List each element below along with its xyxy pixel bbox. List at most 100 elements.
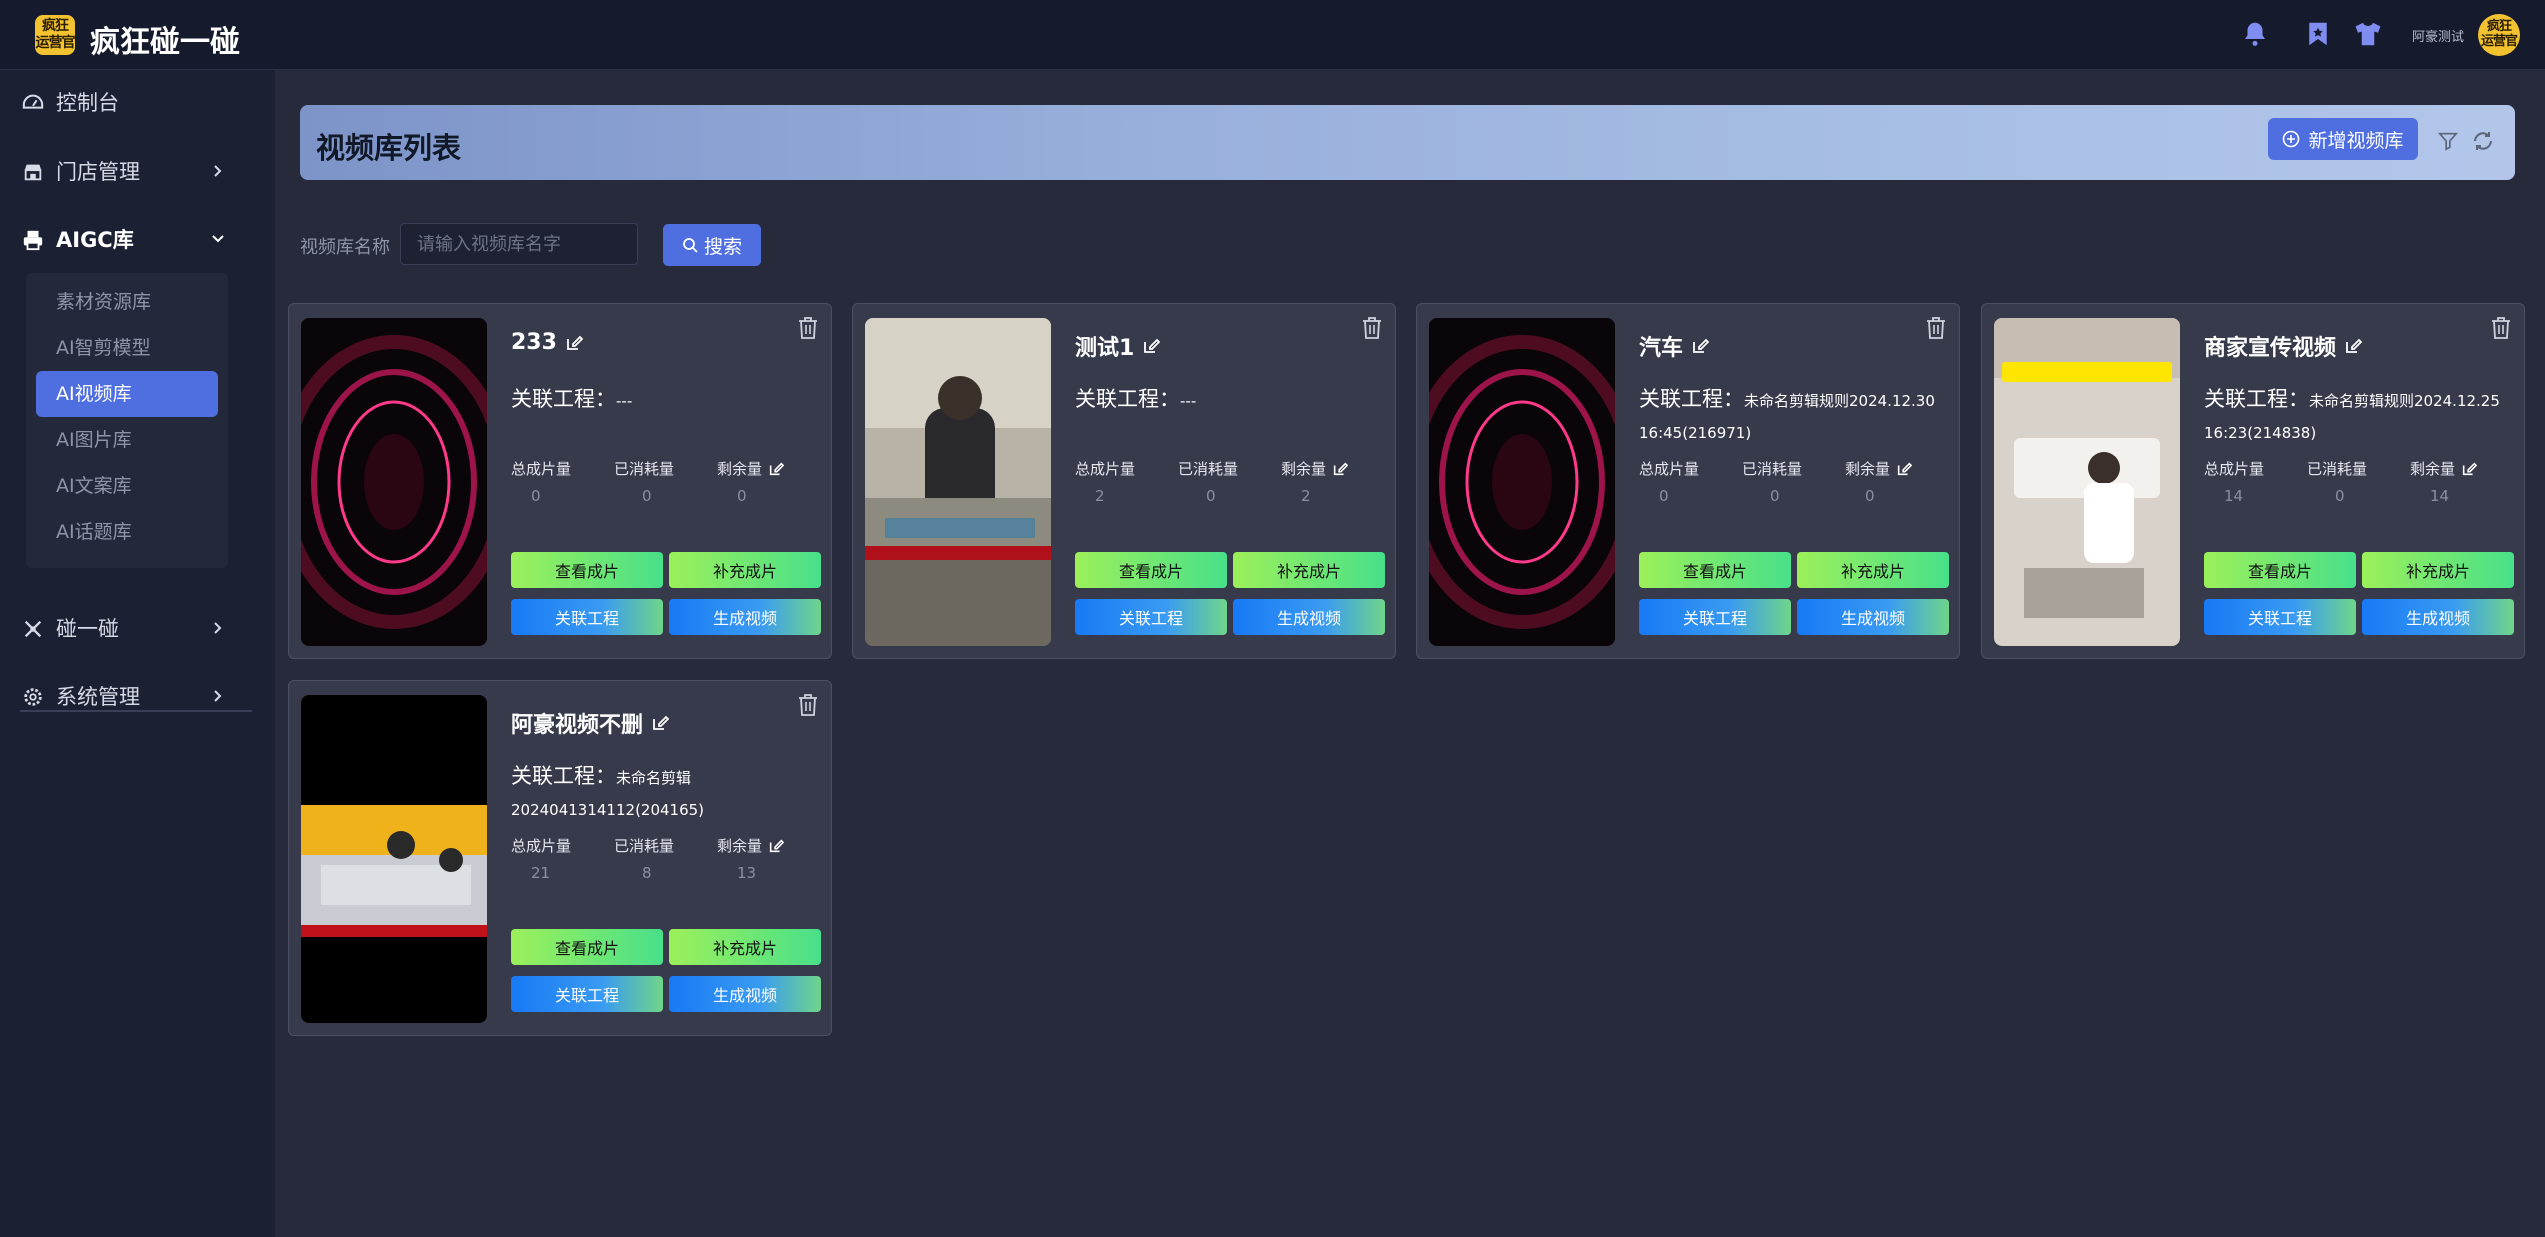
view-clips-button[interactable]: 查看成片 [511,552,663,588]
generate-video-button[interactable]: 生成视频 [669,599,821,635]
sidebar-item-label: 系统管理 [56,685,140,709]
sidebar-item-aigc[interactable]: AIGC库 [0,219,275,259]
aigc-submenu: 素材资源库 AI智剪模型 AI视频库 AI图片库 AI文案库 AI话题库 [26,273,228,568]
stat-used: 已消耗量 0 [1742,458,1852,505]
trash-icon[interactable] [797,693,819,717]
edit-icon[interactable] [2344,337,2363,355]
add-video-library-button[interactable]: 新增视频库 [2268,118,2418,160]
trash-icon[interactable] [2490,316,2512,340]
generate-video-button[interactable]: 生成视频 [2362,599,2514,635]
bell-icon[interactable] [2240,19,2270,49]
edit-icon[interactable] [1332,461,1349,477]
edit-icon[interactable] [2461,461,2478,477]
video-thumbnail[interactable] [865,318,1051,646]
sidebar-item-dashboard[interactable]: 控制台 [0,82,275,122]
video-thumbnail[interactable] [301,318,487,646]
edit-icon[interactable] [565,334,583,352]
submenu-item-ai-video-library[interactable]: AI视频库 [36,371,218,417]
edit-icon[interactable] [1142,337,1161,355]
link-project-button[interactable]: 关联工程 [511,976,663,1012]
link-project-button[interactable]: 关联工程 [2204,599,2356,635]
video-library-card: 233 关联工程：--- 总成片量 0 已消耗量 0 剩余量 0 查看成片 补充… [288,303,832,659]
trash-icon[interactable] [797,316,819,340]
user-name[interactable]: 阿豪测试 [2412,26,2464,45]
stat-value: 2 [1301,487,1311,505]
search-label: 视频库名称 [300,237,390,258]
supplement-clips-button[interactable]: 补充成片 [669,552,821,588]
edit-icon[interactable] [768,461,785,477]
edit-icon[interactable] [1691,337,1710,355]
app-logo[interactable]: 疯狂 运营官 [35,15,76,55]
stat-value: 14 [2430,487,2450,505]
filter-icon[interactable] [2437,130,2459,152]
stat-label: 已消耗量 [1742,460,1803,478]
nfc-icon [24,620,42,638]
generate-video-button[interactable]: 生成视频 [1233,599,1385,635]
submenu-item-ai-edit-model[interactable]: AI智剪模型 [26,325,218,371]
link-project-button[interactable]: 关联工程 [1639,599,1791,635]
stat-remaining: 剩余量 2 [1281,458,1391,505]
edit-icon[interactable] [651,714,670,732]
stat-label-row: 剩余量 [717,835,827,856]
stat-value: 0 [642,487,652,505]
stat-used: 已消耗量 0 [614,458,724,505]
search-button[interactable]: 搜索 [663,224,761,266]
stat-value: 0 [737,487,747,505]
card-title: 233 [511,330,583,355]
sidebar-divider [20,710,252,712]
stat-value: 2 [1095,487,1105,505]
view-clips-button[interactable]: 查看成片 [1075,552,1227,588]
sidebar-item-nfc[interactable]: 碰一碰 [0,608,275,648]
related-label: 关联工程： [1075,387,1180,411]
top-bar: 疯狂 运营官 疯狂碰一碰 阿豪测试 疯狂 运营官 [0,0,2545,70]
related-project: 关联工程：未命名剪辑规则2024.12.30 16:45(216971) [1639,384,1949,448]
submenu-item-ai-image-library[interactable]: AI图片库 [26,417,218,463]
supplement-clips-button[interactable]: 补充成片 [669,929,821,965]
stat-remaining: 剩余量 14 [2410,458,2520,505]
printer-icon [23,230,43,251]
video-thumbnail[interactable] [1429,318,1615,646]
refresh-icon[interactable] [2471,129,2495,153]
search-icon [683,238,698,253]
tshirt-icon[interactable] [2353,19,2383,49]
video-thumbnail[interactable] [1994,318,2180,646]
card-title-text: 测试1 [1075,336,1135,361]
stat-remaining: 剩余量 13 [717,835,827,882]
generate-video-button[interactable]: 生成视频 [669,976,821,1012]
video-thumbnail[interactable] [301,695,487,1023]
trash-icon[interactable] [1925,316,1947,340]
stat-label: 总成片量 [511,837,572,855]
supplement-clips-button[interactable]: 补充成片 [1233,552,1385,588]
related-project: 关联工程：未命名剪辑 2024041314112(204165) [511,761,821,825]
view-clips-button[interactable]: 查看成片 [1639,552,1791,588]
bookmark-icon[interactable] [2303,19,2333,49]
sidebar-item-label: 控制台 [56,91,119,115]
sidebar-item-store[interactable]: 门店管理 [0,151,275,191]
edit-icon[interactable] [1896,461,1913,477]
submenu-item-ai-topic-library[interactable]: AI话题库 [26,509,218,555]
chevron-right-icon [214,690,222,702]
stat-label: 剩余量 [717,837,763,855]
link-project-button[interactable]: 关联工程 [1075,599,1227,635]
stat-label: 剩余量 [1281,460,1327,478]
submenu-item-materials[interactable]: 素材资源库 [26,279,218,325]
supplement-clips-button[interactable]: 补充成片 [2362,552,2514,588]
search-input[interactable] [400,223,638,265]
generate-video-button[interactable]: 生成视频 [1797,599,1949,635]
stat-label-row: 剩余量 [1845,458,1955,479]
avatar[interactable]: 疯狂 运营官 [2478,14,2520,56]
edit-icon[interactable] [768,838,785,854]
video-library-card: 商家宣传视频 关联工程：未命名剪辑规则2024.12.25 16:23(2148… [1981,303,2525,659]
link-project-button[interactable]: 关联工程 [511,599,663,635]
supplement-clips-button[interactable]: 补充成片 [1797,552,1949,588]
related-label: 关联工程： [1639,387,1744,411]
video-library-card: 测试1 关联工程：--- 总成片量 2 已消耗量 0 剩余量 2 查看成片 补充… [852,303,1396,659]
stat-value: 0 [1659,487,1669,505]
submenu-item-ai-copy-library[interactable]: AI文案库 [26,463,218,509]
trash-icon[interactable] [1361,316,1383,340]
view-clips-button[interactable]: 查看成片 [2204,552,2356,588]
related-value: --- [1180,392,1197,410]
view-clips-button[interactable]: 查看成片 [511,929,663,965]
stat-remaining: 剩余量 0 [1845,458,1955,505]
video-library-card: 汽车 关联工程：未命名剪辑规则2024.12.30 16:45(216971) … [1416,303,1960,659]
